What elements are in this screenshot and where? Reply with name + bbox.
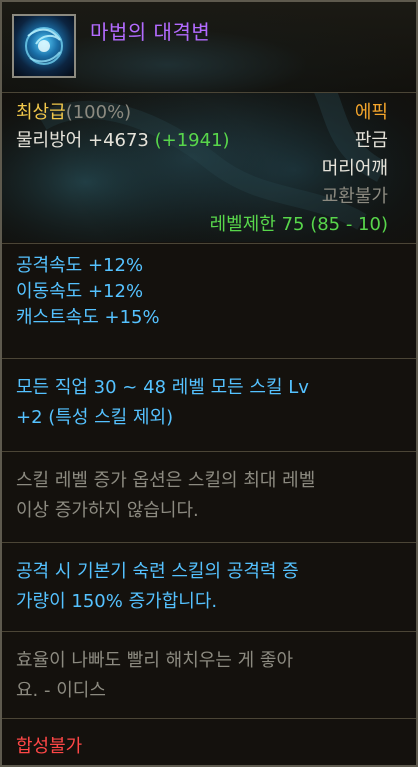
stat-name: 물리방어 bbox=[16, 130, 83, 151]
grade-row: 최상급(100%) 에픽 bbox=[16, 99, 402, 127]
skill-note: 스킬 레벨 증가 옵션은 스킬의 최대 레벨 이상 증가하지 않습니다. bbox=[16, 452, 402, 526]
stat-bonus: (+1941) bbox=[154, 130, 230, 151]
crystal-orb-icon bbox=[12, 14, 76, 78]
skill-bonus: 모든 직업 30 ~ 48 레벨 모든 스킬 Lv +2 (특성 스킬 제외) bbox=[16, 359, 402, 433]
slot-row: 머리어깨 bbox=[16, 155, 402, 183]
skill-bonus-line-1: 모든 직업 30 ~ 48 레벨 모든 스킬 Lv bbox=[16, 377, 309, 398]
stat-move-speed: 이동속도 +12% bbox=[16, 281, 144, 302]
trade-row: 교환불가 bbox=[16, 183, 402, 211]
grade-line: 최상급(100%) bbox=[16, 99, 131, 127]
grade-label: 최상급 bbox=[16, 102, 66, 123]
effect-line-2: 가량이 150% 증가합니다. bbox=[16, 591, 218, 612]
item-summary: 최상급(100%) 에픽 물리방어 +4673 (+1941) 판금 머리어깨 … bbox=[2, 93, 416, 244]
flavor-text: 효율이 나빠도 빨리 해치우는 게 좋아 요. - 이디스 bbox=[16, 632, 402, 706]
armor-type: 판금 bbox=[354, 130, 388, 151]
skill-bonus-line-2: +2 (특성 스킬 제외) bbox=[16, 407, 174, 428]
stat-line: 물리방어 +4673 (+1941) bbox=[16, 127, 230, 155]
stat-row: 물리방어 +4673 (+1941) 판금 bbox=[16, 127, 402, 155]
level-requirement: 레벨제한 75 (85 - 10) bbox=[209, 214, 388, 235]
footer-section: 합성불가 bbox=[2, 719, 416, 765]
flavor-section: 효율이 나빠도 빨리 해치우는 게 좋아 요. - 이디스 bbox=[2, 632, 416, 719]
rarity-label: 에픽 bbox=[354, 102, 388, 123]
skill-note-section: 스킬 레벨 증가 옵션은 스킬의 최대 레벨 이상 증가하지 않습니다. bbox=[2, 452, 416, 543]
stat-attack-speed: 공격속도 +12% bbox=[16, 255, 144, 276]
stat-value: +4673 bbox=[87, 130, 149, 151]
effect-section: 공격 시 기본기 숙련 스킬의 공격력 증 가량이 150% 증가합니다. bbox=[2, 543, 416, 632]
stat-cast-speed: 캐스트속도 +15% bbox=[16, 307, 160, 328]
effect-text: 공격 시 기본기 숙련 스킬의 공격력 증 가량이 150% 증가합니다. bbox=[16, 543, 402, 617]
stats-section: 공격속도 +12% 이동속도 +12% 캐스트속도 +15% bbox=[2, 244, 416, 359]
slot-label: 머리어깨 bbox=[321, 158, 388, 179]
skill-note-line-2: 이상 증가하지 않습니다. bbox=[16, 500, 199, 521]
grade-percent: (100%) bbox=[65, 102, 132, 123]
skill-bonus-section: 모든 직업 30 ~ 48 레벨 모든 스킬 Lv +2 (특성 스킬 제외) bbox=[2, 359, 416, 452]
item-name: 마법의 대격변 bbox=[90, 20, 211, 44]
flavor-line-2: 요. - 이디스 bbox=[16, 680, 106, 701]
trade-label: 교환불가 bbox=[321, 186, 388, 207]
item-tooltip: 마법의 대격변 최상급(100%) 에픽 물리방어 +4673 (+1941) … bbox=[0, 0, 418, 767]
tooltip-header: 마법의 대격변 bbox=[2, 2, 416, 93]
level-row: 레벨제한 75 (85 - 10) bbox=[16, 211, 402, 239]
flavor-line-1: 효율이 나빠도 빨리 해치우는 게 좋아 bbox=[16, 650, 294, 671]
skill-note-line-1: 스킬 레벨 증가 옵션은 스킬의 최대 레벨 bbox=[16, 470, 316, 491]
effect-line-1: 공격 시 기본기 숙련 스킬의 공격력 증 bbox=[16, 561, 299, 582]
fusion-status: 합성불가 bbox=[16, 736, 83, 757]
